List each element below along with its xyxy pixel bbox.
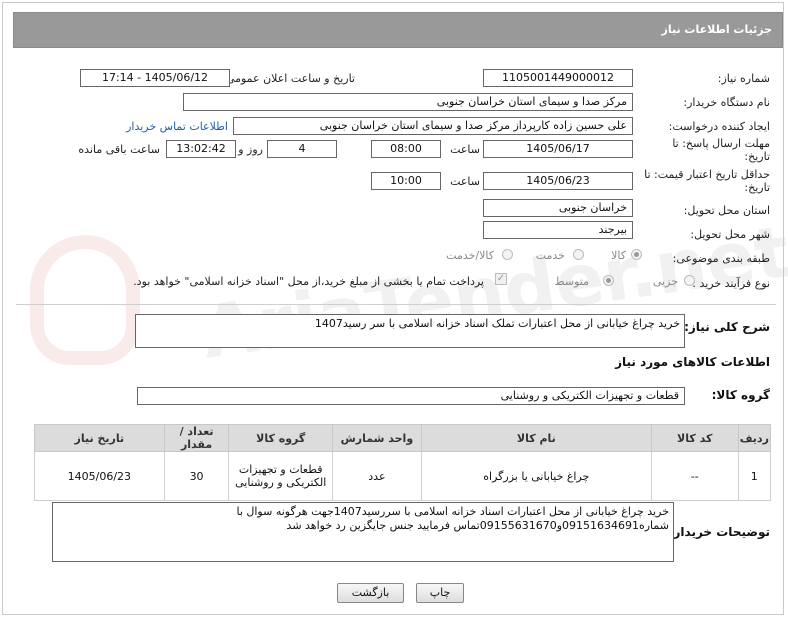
category-service-label: خدمت — [535, 249, 565, 262]
deadline-date-field: 1405/06/17 — [483, 140, 633, 158]
col-unit: واحد شمارش — [331, 424, 422, 452]
announce-label: تاریخ و ساعت اعلان عمومی: — [222, 72, 355, 85]
province-field: خراسان جنوبی — [483, 199, 633, 217]
validity-time-field: 10:00 — [371, 172, 441, 190]
items-table: ردیف کد کالا نام کالا واحد شمارش گروه کا… — [34, 424, 772, 501]
city-field: بیرجند — [483, 221, 633, 239]
buyer-notes-label: توضیحات خریدار: — [668, 525, 770, 539]
col-date: تاریخ نیاز — [34, 424, 165, 452]
category-service-radio[interactable] — [573, 249, 584, 260]
cell-qty: 30 — [163, 451, 230, 501]
deadline-time-label: ساعت — [450, 143, 480, 156]
cell-group: قطعات و تجهیزات الکتریکی و روشنایی — [228, 451, 333, 501]
separator — [16, 304, 776, 305]
days-label: روز و — [238, 143, 263, 156]
category-label: طبقه بندی موضوعی: — [672, 252, 770, 265]
payment-note: پرداخت تمام یا بخشی از مبلغ خرید،از محل … — [133, 275, 484, 288]
col-row: ردیف — [737, 424, 772, 452]
process-medium-label: متوسط — [554, 275, 589, 288]
cell-date: 1405/06/23 — [34, 451, 165, 501]
cell-unit: عدد — [331, 451, 422, 501]
creator-label: ایجاد کننده درخواست: — [668, 120, 770, 133]
deadline-time-field: 08:00 — [371, 140, 441, 158]
title-bar: جزئیات اطلاعات نیاز — [13, 12, 783, 48]
process-medium-radio[interactable] — [603, 275, 614, 286]
remaining-field: 13:02:42 — [166, 140, 236, 158]
process-label: نوع فرآیند خرید : — [692, 277, 770, 290]
deadline-label: مهلت ارسال پاسخ: تا تاریخ: — [672, 137, 770, 163]
col-group: گروه کالا — [228, 424, 333, 452]
city-label: شهر محل تحویل: — [690, 228, 770, 241]
col-code: کد کالا — [650, 424, 739, 452]
cell-code: -- — [650, 451, 739, 501]
need-number-field: 1105001449000012 — [483, 69, 633, 87]
description-label: شرح کلی نیاز: — [684, 320, 770, 334]
table-header-row: ردیف کد کالا نام کالا واحد شمارش گروه کا… — [34, 424, 772, 452]
process-minor-radio[interactable] — [684, 275, 695, 286]
announce-field: 1405/06/12 - 17:14 — [80, 69, 230, 87]
creator-field: علی حسین زاده کارپرداز مرکز صدا و سیمای … — [233, 117, 633, 135]
col-qty: تعداد / مقدار — [163, 424, 230, 452]
description-textarea[interactable]: خرید چراغ خیابانی از محل اعتبارات تملک ا… — [135, 314, 685, 348]
buyer-notes-textarea[interactable]: خرید چراغ خیابانی از محل اعتبارات اسناد … — [52, 502, 674, 562]
table-row: 1 -- چراغ خیابانی یا بزرگراه عدد قطعات و… — [34, 451, 772, 501]
validity-label: حداقل تاریخ اعتبار قیمت: تا تاریخ: — [644, 168, 770, 194]
validity-time-label: ساعت — [450, 175, 480, 188]
print-button[interactable]: چاپ — [416, 583, 464, 603]
days-field: 4 — [267, 140, 337, 158]
remaining-label: ساعت باقی مانده — [78, 143, 160, 156]
category-goods-radio[interactable] — [631, 249, 642, 260]
payment-checkbox[interactable]: ✓ — [495, 273, 507, 285]
goods-group-field: قطعات و تجهیزات الکتریکی و روشنایی — [137, 387, 685, 405]
process-minor-label: جزیی — [652, 275, 678, 288]
contact-link[interactable]: اطلاعات تماس خریدار — [126, 120, 228, 133]
page-title: جزئیات اطلاعات نیاز — [661, 23, 773, 36]
buyer-org-field: مرکز صدا و سیمای استان خراسان جنوبی — [183, 93, 633, 111]
buyer-org-label: نام دستگاه خریدار: — [683, 96, 770, 109]
items-section-title: اطلاعات کالاهای مورد نیاز — [615, 355, 770, 369]
goods-group-label: گروه کالا: — [711, 388, 770, 402]
cell-row: 1 — [737, 451, 772, 501]
province-label: استان محل تحویل: — [683, 204, 770, 217]
category-both-label: کالا/خدمت — [446, 249, 494, 262]
back-button[interactable]: بازگشت — [337, 583, 404, 603]
need-number-label: شماره نیاز: — [717, 72, 770, 85]
category-both-radio[interactable] — [502, 249, 513, 260]
col-name: نام کالا — [420, 424, 652, 452]
category-goods-label: کالا — [611, 249, 626, 262]
validity-date-field: 1405/06/23 — [483, 172, 633, 190]
cell-name: چراغ خیابانی یا بزرگراه — [420, 451, 652, 501]
